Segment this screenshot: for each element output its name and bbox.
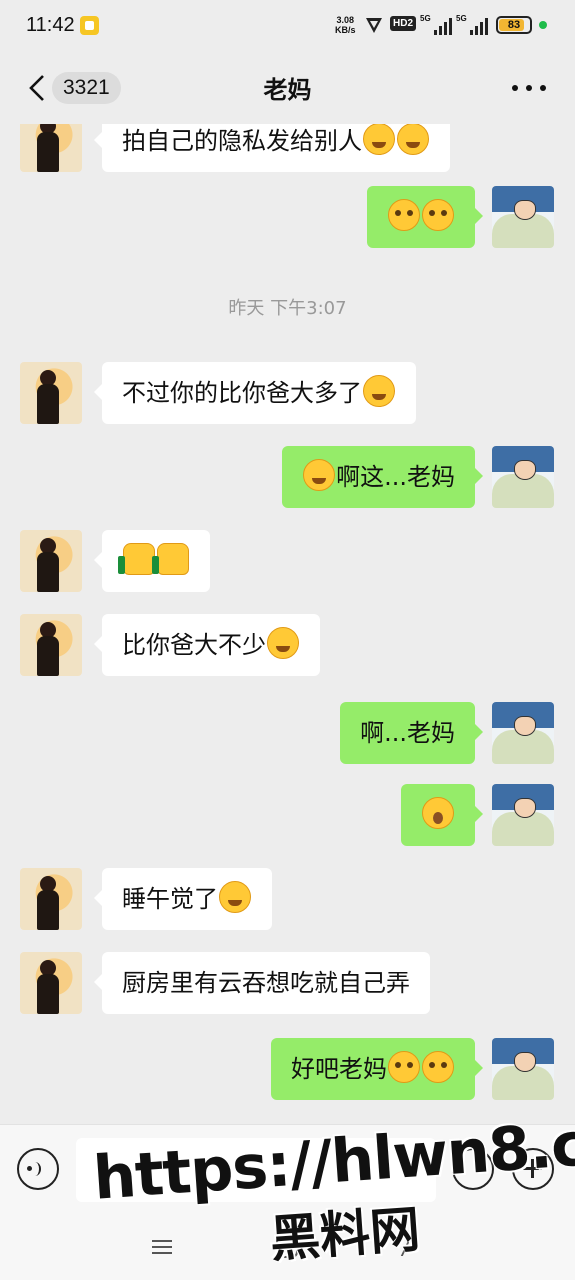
- network-speed-value: 3.08: [336, 15, 355, 25]
- message-bubble[interactable]: [94, 530, 210, 592]
- received-message: 睡午觉了: [0, 868, 575, 930]
- message-bubble[interactable]: [401, 784, 483, 846]
- blush-emoji-icon: [388, 199, 420, 231]
- message-text: 啊...老妈: [360, 719, 455, 747]
- voice-icon[interactable]: [17, 1148, 59, 1190]
- menu-icon[interactable]: [152, 1240, 172, 1254]
- sent-message: [0, 784, 575, 846]
- contact-avatar[interactable]: [20, 124, 82, 172]
- message-text: 好吧老妈: [291, 1055, 387, 1083]
- thumb-emoji-icon: [152, 543, 189, 575]
- sent-message: [0, 186, 575, 248]
- battery-icon: 83: [496, 16, 532, 34]
- message-bubble[interactable]: 啊...老妈: [340, 702, 483, 764]
- sent-message: 啊...老妈: [0, 702, 575, 764]
- message-bubble[interactable]: 拍自己的隐私发给别人: [94, 124, 450, 172]
- self-avatar[interactable]: [492, 186, 554, 248]
- back-icon[interactable]: [400, 1238, 422, 1256]
- message-bubble[interactable]: 好吧老妈: [271, 1038, 483, 1100]
- wifi-icon: [366, 18, 382, 33]
- contact-avatar[interactable]: [20, 868, 82, 930]
- status-bar: 11:42 3.08 KB/s HD2 5G 5G 83: [0, 0, 575, 52]
- blush-emoji-icon: [388, 1051, 420, 1083]
- received-message: 厨房里有云吞想吃就自己弄: [0, 952, 575, 1014]
- self-avatar[interactable]: [492, 702, 554, 764]
- signal-sim1-label: 5G: [420, 14, 431, 23]
- received-message: 不过你的比你爸大多了: [0, 362, 575, 424]
- think-emoji-icon: [267, 627, 299, 659]
- emoji-icon[interactable]: [452, 1148, 494, 1190]
- contact-avatar[interactable]: [20, 362, 82, 424]
- think-emoji-icon: [219, 881, 251, 913]
- system-navigation-bar: [0, 1216, 575, 1280]
- facepalm-emoji-icon: [397, 124, 429, 155]
- received-message: 比你爸大不少: [0, 614, 575, 676]
- signal-sim2-label: 5G: [456, 14, 467, 23]
- message-list[interactable]: 拍自己的隐私发给别人昨天 下午3:07 不过你的比你爸大多了啊这...老妈比你爸大…: [0, 124, 575, 1124]
- message-timestamp: 昨天 下午3:07: [228, 298, 347, 319]
- blush-emoji-icon: [422, 199, 454, 231]
- message-text: 睡午觉了: [122, 885, 218, 913]
- message-bubble[interactable]: [367, 186, 483, 248]
- network-speed: 3.08 KB/s: [335, 15, 356, 35]
- facepalm-emoji-icon: [363, 124, 395, 155]
- self-avatar[interactable]: [492, 784, 554, 846]
- self-avatar[interactable]: [492, 446, 554, 508]
- shh-emoji-icon: [422, 797, 454, 829]
- message-text: 厨房里有云吞想吃就自己弄: [122, 969, 410, 997]
- battery-level: 83: [507, 19, 521, 31]
- notification-app-icon: [80, 16, 99, 35]
- thumb-emoji-icon: [118, 543, 155, 575]
- message-text: 啊这...老妈: [336, 463, 455, 491]
- message-text: 不过你的比你爸大多了: [122, 379, 362, 407]
- received-message: 拍自己的隐私发给别人: [0, 124, 575, 172]
- network-speed-unit: KB/s: [335, 25, 356, 35]
- think-emoji-icon: [363, 375, 395, 407]
- contact-avatar[interactable]: [20, 530, 82, 592]
- message-bubble[interactable]: 厨房里有云吞想吃就自己弄: [94, 952, 430, 1014]
- blush-emoji-icon: [422, 1051, 454, 1083]
- message-text: 比你爸大不少: [122, 631, 266, 659]
- chat-title: 老妈: [263, 76, 312, 104]
- status-time: 11:42: [26, 14, 75, 36]
- sent-message: 啊这...老妈: [0, 446, 575, 508]
- hd-voice-badge: HD2: [390, 16, 417, 31]
- message-bubble[interactable]: 不过你的比你爸大多了: [94, 362, 416, 424]
- chat-header: 3321 老妈: [0, 52, 575, 124]
- laugh-emoji-icon: [303, 459, 336, 491]
- message-bubble[interactable]: 啊这...老妈: [282, 446, 483, 508]
- contact-avatar[interactable]: [20, 614, 82, 676]
- contact-avatar[interactable]: [20, 952, 82, 1014]
- input-bar: [0, 1124, 575, 1216]
- home-icon[interactable]: [276, 1236, 298, 1258]
- charging-dot-icon: [539, 21, 547, 29]
- message-bubble[interactable]: 比你爸大不少: [94, 614, 320, 676]
- message-input[interactable]: [76, 1138, 436, 1202]
- message-text: 拍自己的隐私发给别人: [122, 127, 362, 155]
- plus-icon[interactable]: [512, 1148, 554, 1190]
- sent-message: 好吧老妈: [0, 1038, 575, 1100]
- self-avatar[interactable]: [492, 1038, 554, 1100]
- message-bubble[interactable]: 睡午觉了: [94, 868, 272, 930]
- more-horizontal-icon[interactable]: [512, 85, 546, 91]
- received-message: [0, 530, 575, 592]
